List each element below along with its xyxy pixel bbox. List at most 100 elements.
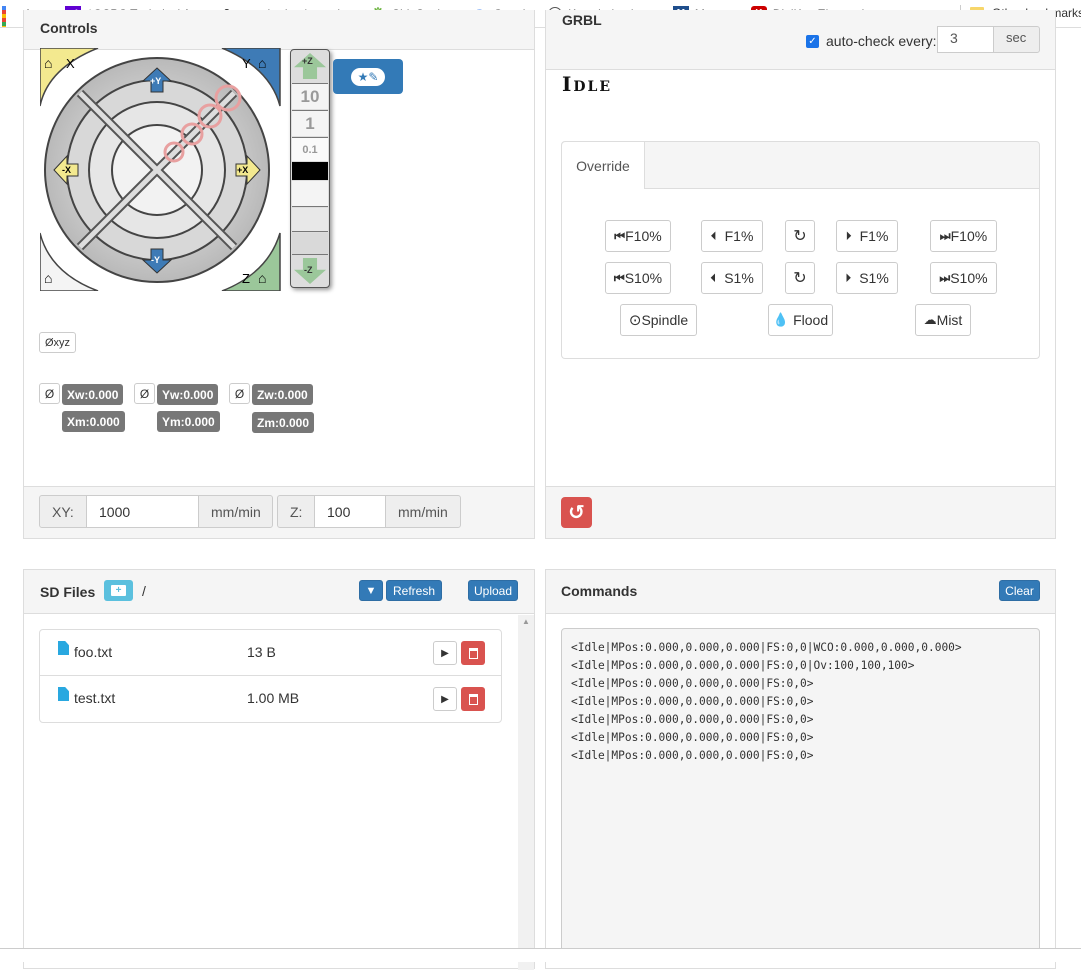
target-icon: ⊙ xyxy=(628,312,642,329)
star-pencil-icon: ★✎ xyxy=(350,67,386,86)
upload-button[interactable]: Upload xyxy=(468,580,518,601)
z-step-selected[interactable] xyxy=(292,162,328,180)
sd-file-list: foo.txt 13 B ▶ test.txt 1.00 MB ▶ xyxy=(39,629,502,723)
home-icon: ⌂ xyxy=(258,270,266,286)
soft-reset-button[interactable]: ↺ xyxy=(561,497,592,528)
refresh-icon: ↻ xyxy=(793,228,807,245)
droplet-icon: 💧 xyxy=(772,312,790,327)
controls-panel-header: Controls xyxy=(24,10,534,50)
zero-x-button[interactable]: Ø xyxy=(39,383,60,404)
zero-y-button[interactable]: Ø xyxy=(134,383,155,404)
fast-forward-icon: ⏭ xyxy=(939,228,951,243)
z-feed-unit: mm/min xyxy=(385,495,461,528)
zero-z-button[interactable]: Ø xyxy=(229,383,250,404)
autocheck-checkbox[interactable]: ✓ xyxy=(806,35,819,48)
play-file-button[interactable]: ▶ xyxy=(433,687,457,711)
new-folder-button[interactable]: + xyxy=(104,580,133,601)
mist-toggle-button[interactable]: ☁ Mist xyxy=(915,304,971,336)
fast-backward-icon: ⏮ xyxy=(614,228,626,243)
macro-edit-button[interactable]: ★✎ xyxy=(333,59,403,94)
spindle-minus-1-button[interactable]: ⏴ S1% xyxy=(701,262,763,294)
sd-path: / xyxy=(142,583,146,599)
play-icon: ▶ xyxy=(441,647,449,659)
commands-header: Commands Clear xyxy=(546,570,1055,614)
xy-feed-group: XY: 1000 mm/min xyxy=(39,495,273,528)
spindle-minus-10-button[interactable]: ⏮ S10% xyxy=(605,262,671,294)
sd-scrollbar[interactable]: ▲ xyxy=(518,615,534,970)
undo-icon: ↺ xyxy=(568,502,585,524)
home-icon: ⌂ xyxy=(44,270,52,286)
scroll-up-icon[interactable]: ▲ xyxy=(522,617,530,626)
svg-text:-X: -X xyxy=(62,165,71,175)
file-icon xyxy=(58,687,69,701)
file-name[interactable]: test.txt xyxy=(74,690,115,706)
z-step-0-1[interactable]: 0.1 xyxy=(292,137,328,161)
zw-badge: Zw:0.000 xyxy=(252,384,313,405)
svg-text:+Y: +Y xyxy=(150,76,161,86)
step-forward-icon: ⏵ xyxy=(845,270,852,285)
file-row[interactable]: test.txt 1.00 MB ▶ xyxy=(40,676,501,722)
console-line: <Idle|MPos:0.000,0.000,0.000|FS:0,0> xyxy=(571,713,814,726)
autocheck-label: auto-check every: xyxy=(826,33,937,49)
svg-text:Y: Y xyxy=(242,56,251,71)
xm-badge: Xm:0.000 xyxy=(62,411,125,432)
feed-plus-10-button[interactable]: ⏭ F10% xyxy=(930,220,997,252)
file-row[interactable]: foo.txt 13 B ▶ xyxy=(40,630,501,676)
flood-toggle-button[interactable]: 💧 Flood xyxy=(768,304,833,336)
controls-panel-footer: XY: 1000 mm/min Z: 100 mm/min xyxy=(24,486,534,538)
folder-plus-icon: + xyxy=(111,585,126,596)
sd-files-panel: SD Files + / ▼ Refresh Upload ▲ foo.txt … xyxy=(23,569,535,970)
console-line: <Idle|MPos:0.000,0.000,0.000|FS:0,0> xyxy=(571,695,814,708)
controls-title: Controls xyxy=(40,20,98,36)
bottom-strip xyxy=(0,948,1081,962)
refresh-button[interactable]: Refresh xyxy=(386,580,442,601)
z-step-band[interactable] xyxy=(292,181,328,207)
cloud-icon: ☁ xyxy=(923,312,937,327)
commands-panel: Commands Clear <Idle|MPos:0.000,0.000,0.… xyxy=(545,569,1056,969)
grbl-title: GRBL xyxy=(562,12,602,28)
home-icon: ⌂ xyxy=(258,55,266,71)
z-feed-input[interactable]: 100 xyxy=(315,495,385,528)
z-step-band[interactable] xyxy=(292,233,328,255)
autocheck-input[interactable]: 3 xyxy=(937,26,994,53)
feed-plus-1-button[interactable]: ⏵ F1% xyxy=(836,220,898,252)
file-icon xyxy=(58,641,69,655)
play-file-button[interactable]: ▶ xyxy=(433,641,457,665)
fast-backward-icon: ⏮ xyxy=(613,270,625,285)
file-size: 1.00 MB xyxy=(247,690,300,706)
step-backward-icon: ⏴ xyxy=(710,228,717,243)
trash-icon xyxy=(468,693,478,705)
svg-text:-Y: -Y xyxy=(151,255,160,265)
zero-all-button[interactable]: Øxyz xyxy=(39,332,76,353)
spindle-plus-10-button[interactable]: ⏭ S10% xyxy=(930,262,997,294)
z-step-band[interactable] xyxy=(292,208,328,232)
filter-button[interactable]: ▼ xyxy=(359,580,383,601)
clear-button[interactable]: Clear xyxy=(999,580,1040,601)
tab-override[interactable]: Override xyxy=(562,142,645,189)
file-name[interactable]: foo.txt xyxy=(74,644,112,660)
apps-grid-icon xyxy=(2,5,18,27)
file-size: 13 B xyxy=(247,644,276,660)
spindle-toggle-button[interactable]: ⊙ Spindle xyxy=(620,304,697,336)
fast-forward-icon: ⏭ xyxy=(939,270,951,285)
svg-text:Z: Z xyxy=(242,271,250,286)
spindle-plus-1-button[interactable]: ⏵ S1% xyxy=(836,262,898,294)
spindle-reset-button[interactable]: ↻ xyxy=(785,262,815,294)
feed-reset-button[interactable]: ↻ xyxy=(785,220,815,252)
commands-title: Commands xyxy=(561,583,638,599)
delete-file-button[interactable] xyxy=(461,687,485,711)
delete-file-button[interactable] xyxy=(461,641,485,665)
xy-feed-input[interactable]: 1000 xyxy=(87,495,198,528)
command-console[interactable]: <Idle|MPos:0.000,0.000,0.000|FS:0,0|WCO:… xyxy=(561,628,1040,958)
z-feed-label: Z: xyxy=(277,495,315,528)
jog-pad[interactable]: ⌂ X Y ⌂ ⌂ Z ⌂ +Y -Y -X +X xyxy=(40,48,283,291)
z-jog-bar[interactable]: +Z 10 1 0.1 -Z xyxy=(290,49,330,288)
zm-badge: Zm:0.000 xyxy=(252,412,315,433)
console-line: <Idle|MPos:0.000,0.000,0.000|FS:0,0> xyxy=(571,749,814,762)
feed-minus-10-button[interactable]: ⏮ F10% xyxy=(605,220,671,252)
feed-minus-1-button[interactable]: ⏴ F1% xyxy=(701,220,763,252)
z-step-10[interactable]: 10 xyxy=(292,83,328,109)
controls-panel: Controls ⌂ X Y ⌂ ⌂ Z ⌂ +Y -Y -X +X +Z 10… xyxy=(23,10,535,539)
z-step-1[interactable]: 1 xyxy=(292,110,328,136)
play-icon: ▶ xyxy=(441,693,449,705)
